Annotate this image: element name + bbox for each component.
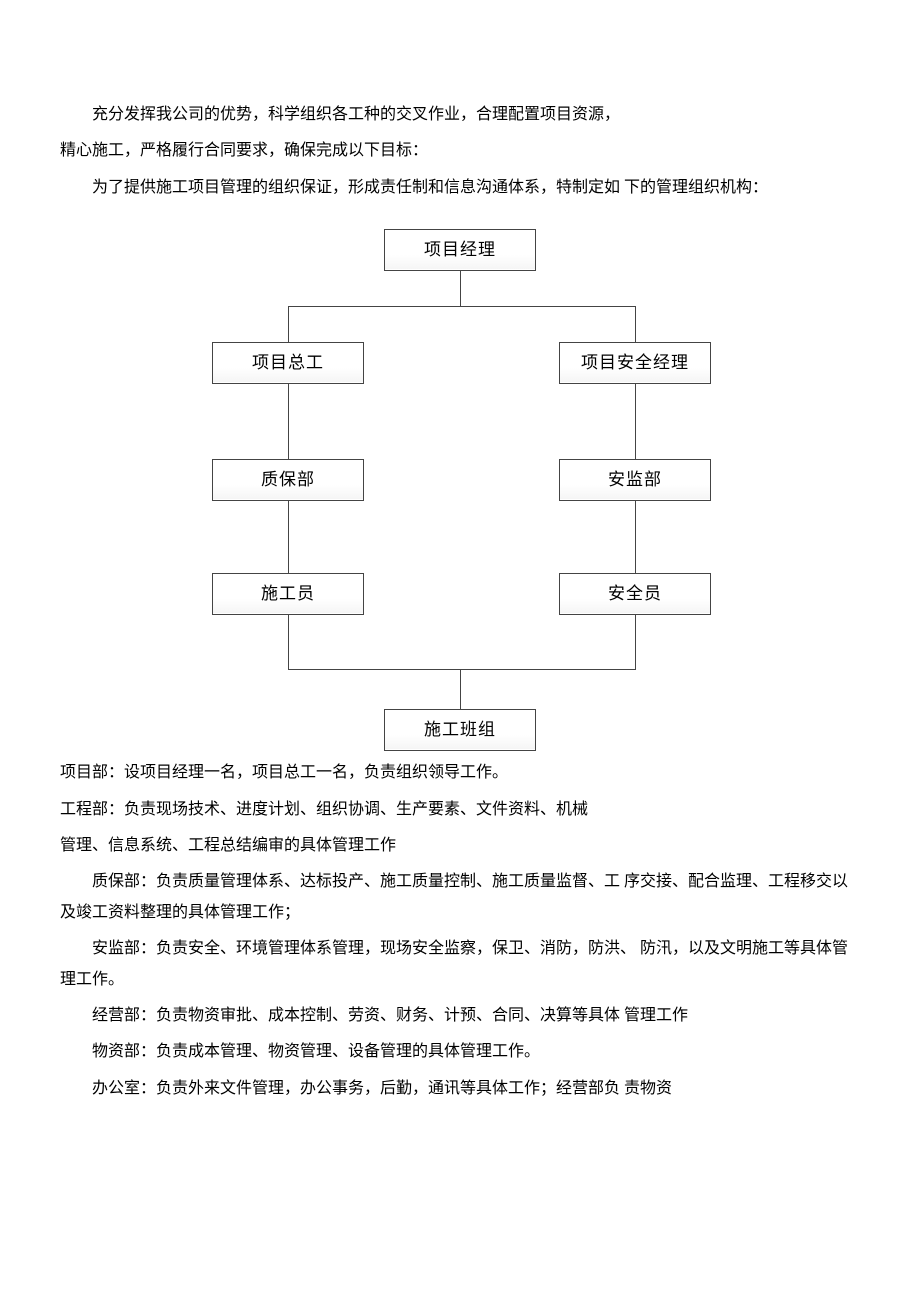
node-safety-manager-label: 项目安全经理 — [581, 347, 689, 379]
para-office: 办公室：负责外来文件管理，办公事务，后勤，通讯等具体工作；经营部负 责物资 — [60, 1074, 860, 1104]
para-eng-dept-2: 管理、信息系统、工程总结编审的具体管理工作 — [60, 831, 860, 861]
node-chief-engineer: 项目总工 — [212, 342, 364, 384]
para-supply-dept: 物资部：负责成本管理、物资管理、设备管理的具体管理工作。 — [60, 1037, 860, 1067]
node-safety-dept: 安监部 — [559, 459, 711, 501]
node-construction-team-label: 施工班组 — [424, 714, 496, 746]
node-safety-operator: 安全员 — [559, 573, 711, 615]
connector — [635, 306, 636, 342]
node-qa-dept: 质保部 — [212, 459, 364, 501]
node-builder: 施工员 — [212, 573, 364, 615]
node-qa-dept-label: 质保部 — [261, 464, 315, 496]
node-safety-manager: 项目安全经理 — [559, 342, 711, 384]
node-builder-label: 施工员 — [261, 578, 315, 610]
para-safety-dept: 安监部：负责安全、环境管理体系管理，现场安全监察，保卫、消防，防洪、 防汛，以及… — [60, 934, 860, 995]
connector — [635, 384, 636, 459]
para-project-dept: 项目部：设项目经理一名，项目总工一名，负责组织领导工作。 — [60, 758, 860, 788]
node-project-manager-label: 项目经理 — [424, 234, 496, 266]
connector — [288, 306, 289, 342]
node-safety-operator-label: 安全员 — [608, 578, 662, 610]
node-safety-dept-label: 安监部 — [608, 464, 662, 496]
intro-line-2: 精心施工，严格履行合同要求，确保完成以下目标： — [60, 136, 860, 166]
intro-line-1: 充分发挥我公司的优势，科学组织各工种的交叉作业，合理配置项目资源， — [60, 100, 860, 130]
connector — [288, 669, 636, 670]
para-qa-dept: 质保部：负责质量管理体系、达标投产、施工质量控制、施工质量监督、工 序交接、配合… — [60, 867, 860, 928]
org-chart: 项目经理 项目总工 项目安全经理 质保部 安监部 施工员 安全员 施工班组 — [165, 229, 755, 754]
para-eng-dept-1: 工程部：负责现场技术、进度计划、组织协调、生产要素、文件资料、机械 — [60, 795, 860, 825]
node-project-manager: 项目经理 — [384, 229, 536, 271]
connector — [635, 615, 636, 669]
connector — [288, 306, 635, 307]
para-biz-dept: 经营部：负责物资审批、成本控制、劳资、财务、计预、合同、决算等具体 管理工作 — [60, 1001, 860, 1031]
connector — [288, 615, 289, 669]
connector — [460, 669, 461, 709]
node-chief-engineer-label: 项目总工 — [252, 347, 324, 379]
connector — [460, 271, 461, 306]
node-construction-team: 施工班组 — [384, 709, 536, 751]
intro-line-3: 为了提供施工项目管理的组织保证，形成责任制和信息沟通体系，特制定如 下的管理组织… — [60, 173, 860, 203]
connector — [635, 501, 636, 573]
connector — [288, 501, 289, 573]
connector — [288, 384, 289, 459]
